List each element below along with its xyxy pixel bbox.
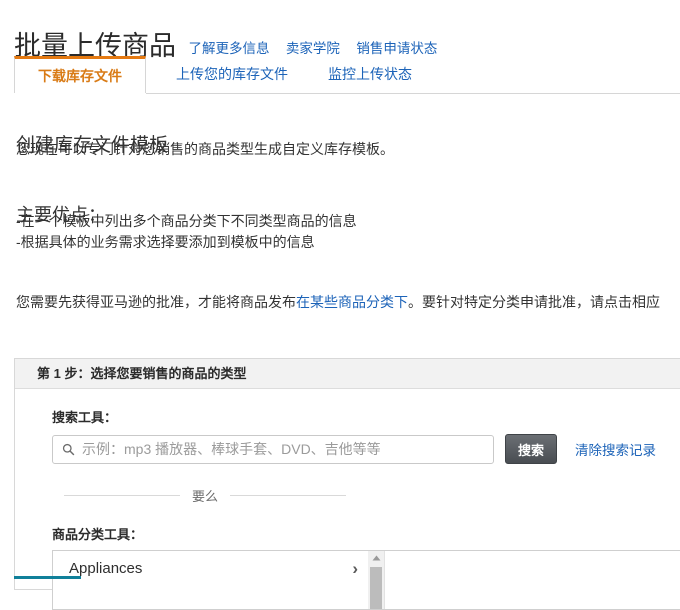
triangle-up-icon	[372, 555, 380, 561]
search-input[interactable]	[82, 435, 493, 463]
create-template-description: 您现在可以专门针对您销售的商品类型生成自定义库存模板。	[16, 141, 394, 157]
approval-notice-text-before: 您需要先获得亚马逊的批准，才能将商品发布	[16, 294, 296, 310]
category-scrollbar-thumb[interactable]	[370, 567, 382, 609]
approval-notice-link[interactable]: 在某些商品分类下	[296, 294, 408, 310]
approval-notice-text-after: 。要针对特定分类申请批准，请点击相应	[408, 294, 660, 310]
clear-search-history-link[interactable]: 清除搜索记录	[575, 439, 656, 459]
chevron-right-icon: ›	[352, 558, 358, 578]
search-button[interactable]: 搜索	[505, 434, 557, 464]
or-divider: 要么	[64, 486, 347, 505]
tab-bar: 下载库存文件 上传您的库存文件 监控上传状态	[14, 56, 680, 94]
tab-monitor-upload-status[interactable]: 监控上传状态	[316, 56, 424, 93]
header-link-learn-more[interactable]: 了解更多信息	[188, 41, 269, 56]
category-browser: Appliances ›	[52, 550, 680, 610]
or-divider-line-left	[64, 495, 180, 496]
search-tool-label: 搜索工具：	[52, 410, 118, 425]
header-link-group: 了解更多信息 卖家学院 销售申请状态	[188, 37, 449, 58]
search-icon	[62, 443, 75, 455]
header-link-seller-university[interactable]: 卖家学院	[286, 41, 340, 56]
category-column-1: Appliances ›	[53, 551, 369, 609]
step-1-panel: 第 1 步：选择您要销售的商品的类型 搜索工具： 搜索 清除搜索记录 要么 商品…	[14, 358, 680, 610]
category-item-appliances[interactable]: Appliances ›	[53, 551, 368, 585]
tab-download-inventory-file[interactable]: 下载库存文件	[14, 56, 146, 93]
or-divider-line-right	[230, 495, 347, 496]
tab-upload-inventory-file[interactable]: 上传您的库存文件	[172, 56, 292, 93]
category-tool-label: 商品分类工具：	[52, 527, 144, 542]
benefit-item-1: -在一个模板中列出多个商品分类下不同类型商品的信息	[16, 213, 357, 229]
search-input-wrapper[interactable]	[52, 434, 494, 464]
category-item-label: Appliances	[69, 559, 143, 577]
scroll-up-arrow-icon[interactable]	[368, 551, 384, 565]
category-scrollbar[interactable]	[368, 551, 385, 609]
category-column-2	[385, 551, 585, 609]
or-divider-label: 要么	[192, 489, 219, 504]
bottom-accent-bar	[14, 576, 81, 579]
step-1-panel-body: 搜索工具： 搜索 清除搜索记录 要么 商品分类工具： Appliances	[15, 389, 680, 610]
search-tool-row: 搜索 清除搜索记录	[52, 434, 680, 464]
benefit-item-2: -根据具体的业务需求选择要添加到模板中的信息	[16, 234, 315, 250]
header-link-selling-application-status[interactable]: 销售申请状态	[356, 41, 437, 56]
tab-bar-divider	[146, 93, 680, 94]
step-1-panel-header: 第 1 步：选择您要销售的商品的类型	[15, 359, 680, 389]
approval-notice: 您需要先获得亚马逊的批准，才能将商品发布在某些商品分类下。要针对特定分类申请批准…	[16, 292, 680, 312]
